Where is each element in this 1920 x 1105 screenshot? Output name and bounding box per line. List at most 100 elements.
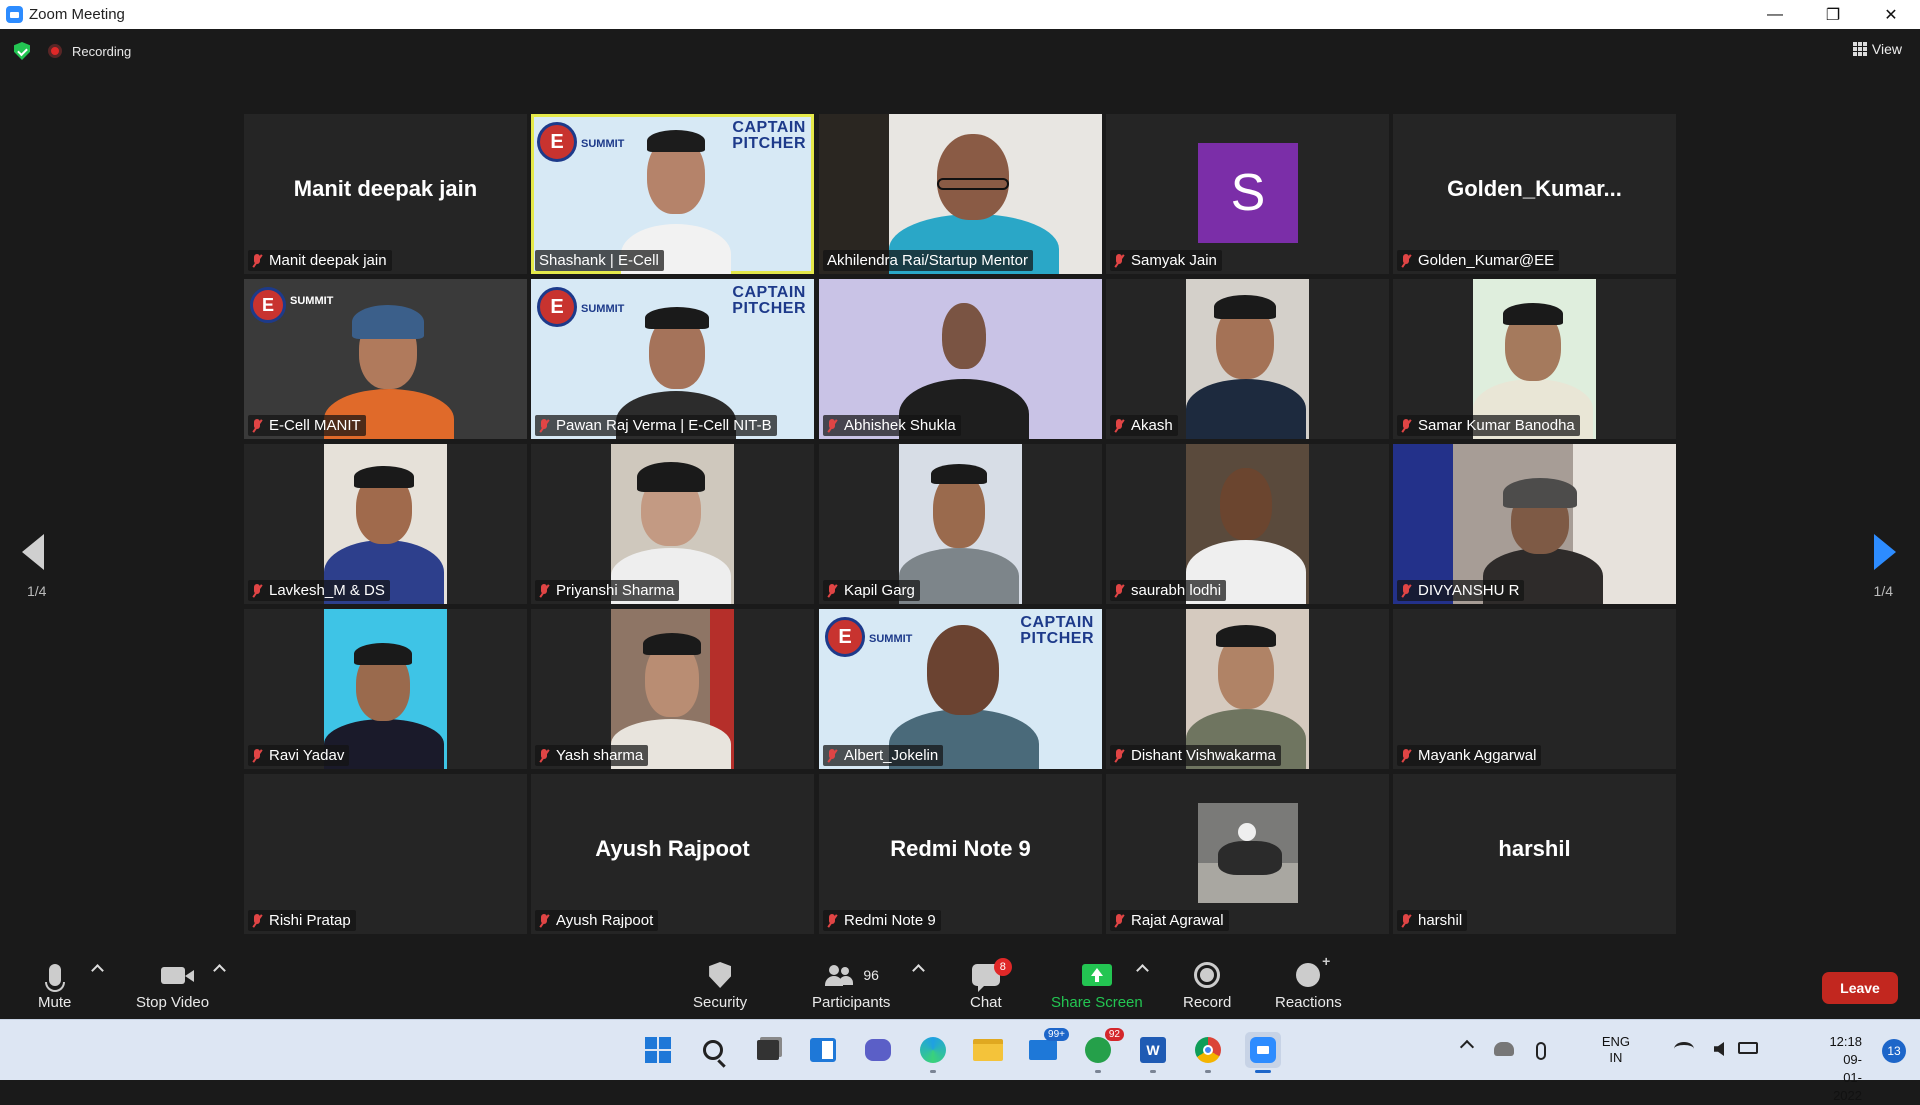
chat-bubble-icon <box>865 1039 891 1061</box>
zoom-taskbar-button[interactable] <box>1245 1032 1281 1073</box>
mute-button[interactable]: Mute <box>38 958 71 1011</box>
participant-tile[interactable]: DIVYANSHU R <box>1393 444 1676 604</box>
participant-tile[interactable]: Abhishek Shukla <box>819 279 1102 439</box>
volume-icon[interactable] <box>1714 1042 1724 1056</box>
participant-tile[interactable]: Akhilendra Rai/Startup Mentor <box>819 114 1102 274</box>
participant-tile[interactable]: Manit deepak jain Manit deepak jain <box>244 114 527 274</box>
chrome-button[interactable] <box>1190 1032 1226 1073</box>
participant-nametag: Ayush Rajpoot <box>535 910 659 931</box>
whatsapp-icon <box>1085 1037 1111 1063</box>
page-indicator-left: 1/4 <box>27 583 47 599</box>
muted-mic-icon <box>1401 748 1411 763</box>
close-button[interactable]: ✕ <box>1862 0 1920 29</box>
participant-tile[interactable]: Redmi Note 9 Redmi Note 9 <box>819 774 1102 934</box>
participant-tile[interactable]: E SUMMIT CAPTAIN PITCHER Albert_Jokelin <box>819 609 1102 769</box>
participant-name: Abhishek Shukla <box>844 417 956 434</box>
participant-tile[interactable]: Yash sharma <box>531 609 814 769</box>
muted-mic-icon <box>252 913 262 928</box>
meeting-area: Recording View 1/4 1/4 Manit deepak jain… <box>0 29 1920 1019</box>
notification-center-badge[interactable]: 13 <box>1882 1039 1906 1063</box>
microphone-tray-icon[interactable] <box>1536 1042 1546 1060</box>
video-options-caret[interactable] <box>213 964 226 977</box>
start-button[interactable] <box>640 1032 676 1068</box>
security-label: Security <box>693 994 748 1011</box>
previous-page-button[interactable] <box>22 534 46 572</box>
participant-tile[interactable]: E SUMMIT CAPTAIN PITCHER Pawan Raj Verma … <box>531 279 814 439</box>
participant-display-name: Redmi Note 9 <box>890 836 1031 861</box>
participants-options-caret[interactable] <box>912 964 925 977</box>
wifi-icon[interactable] <box>1674 1042 1694 1056</box>
muted-mic-icon <box>539 583 549 598</box>
participant-tile[interactable]: Rishi Pratap <box>244 774 527 934</box>
muted-mic-icon <box>1114 253 1124 268</box>
edge-browser-button[interactable] <box>915 1032 951 1073</box>
participant-tile[interactable]: Rajat Agrawal <box>1106 774 1389 934</box>
participant-nametag: E-Cell MANIT <box>248 415 366 436</box>
muted-mic-icon <box>1401 253 1411 268</box>
participant-nametag: Dishant Vishwakarma <box>1110 745 1281 766</box>
chat-icon: 8 <box>971 958 1012 992</box>
input-language-indicator[interactable]: ENG IN <box>1602 1034 1630 1066</box>
zoom-app-icon <box>1250 1037 1276 1063</box>
restore-button[interactable]: ❐ <box>1804 0 1862 29</box>
participant-tile[interactable]: Golden_Kumar... Golden_Kumar@EE <box>1393 114 1676 274</box>
participant-tile[interactable]: Samar Kumar Banodha <box>1393 279 1676 439</box>
participants-label: Participants <box>812 994 891 1011</box>
battery-icon[interactable] <box>1738 1042 1758 1054</box>
onedrive-icon[interactable] <box>1494 1042 1514 1056</box>
security-button[interactable]: Security <box>693 958 747 1011</box>
clock-time: 12:18 <box>1829 1034 1862 1049</box>
word-button[interactable]: W <box>1135 1032 1171 1073</box>
muted-mic-icon <box>1114 748 1124 763</box>
participant-nametag: Yash sharma <box>535 745 649 766</box>
stop-video-button[interactable]: Stop Video <box>136 958 209 1011</box>
participants-button[interactable]: 96 Participants <box>812 958 890 1011</box>
participant-tile[interactable]: Ravi Yadav <box>244 609 527 769</box>
mail-button[interactable]: 99+ <box>1025 1028 1069 1068</box>
participant-tile[interactable]: Priyanshi Sharma <box>531 444 814 604</box>
widgets-button[interactable] <box>805 1032 841 1068</box>
search-button[interactable] <box>695 1032 731 1068</box>
security-shield-icon[interactable] <box>14 42 30 60</box>
minimize-button[interactable]: — <box>1746 0 1804 29</box>
participant-name: Samar Kumar Banodha <box>1418 417 1575 434</box>
muted-mic-icon <box>1114 913 1124 928</box>
window-title: Zoom Meeting <box>29 6 125 23</box>
reactions-button[interactable]: Reactions <box>1275 953 1342 1011</box>
clock-date: 09-01-2022 <box>1833 1052 1862 1103</box>
participant-tile[interactable]: S Samyak Jain <box>1106 114 1389 274</box>
whatsapp-button[interactable]: 92 <box>1080 1028 1124 1073</box>
participant-tile[interactable]: Ayush Rajpoot Ayush Rajpoot <box>531 774 814 934</box>
file-explorer-button[interactable] <box>970 1032 1006 1068</box>
participant-tile[interactable]: E SUMMIT E-Cell MANIT <box>244 279 527 439</box>
audio-options-caret[interactable] <box>91 964 104 977</box>
participant-tile[interactable]: Dishant Vishwakarma <box>1106 609 1389 769</box>
muted-mic-icon <box>1114 583 1124 598</box>
share-screen-button[interactable]: Share Screen <box>1051 958 1143 1011</box>
leave-button[interactable]: Leave <box>1822 972 1898 1004</box>
chat-button[interactable]: 8 Chat <box>970 958 1012 1011</box>
task-view-button[interactable] <box>750 1032 786 1068</box>
participant-tile[interactable]: Lavkesh_M & DS <box>244 444 527 604</box>
microphone-icon <box>44 964 65 992</box>
recording-dot-icon[interactable] <box>48 44 62 58</box>
participant-tile[interactable]: saurabh lodhi <box>1106 444 1389 604</box>
reactions-icon <box>1296 953 1330 987</box>
participant-tile-active-speaker[interactable]: E SUMMIT CAPTAIN PITCHER Shashank | E-Cel… <box>531 114 814 274</box>
participant-tile[interactable]: Akash <box>1106 279 1389 439</box>
participant-name: Kapil Garg <box>844 582 915 599</box>
chevron-up-icon[interactable] <box>1459 1039 1475 1055</box>
muted-mic-icon <box>539 913 549 928</box>
participant-tile[interactable]: Kapil Garg <box>819 444 1102 604</box>
view-button[interactable]: View <box>1852 41 1902 57</box>
record-button[interactable]: Record <box>1183 958 1231 1011</box>
participant-tile[interactable]: harshil harshil <box>1393 774 1676 934</box>
next-page-button[interactable] <box>1874 534 1898 572</box>
participant-tile[interactable]: Mayank Aggarwal <box>1393 609 1676 769</box>
muted-mic-icon <box>539 418 549 433</box>
participant-avatar <box>1198 803 1298 903</box>
teams-chat-button[interactable] <box>860 1032 896 1068</box>
clock[interactable]: 12:18 09-01-2022 <box>1829 1033 1862 1105</box>
chat-unread-badge: 8 <box>993 958 1012 976</box>
record-label: Record <box>1183 994 1232 1011</box>
